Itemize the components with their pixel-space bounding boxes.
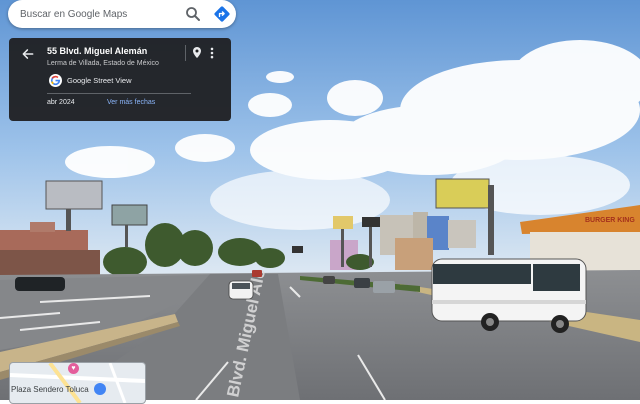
shop-icon[interactable] — [94, 383, 106, 395]
locality-text: Lerma de Villada, Estado de México — [47, 60, 159, 67]
back-arrow-icon[interactable] — [21, 47, 35, 61]
more-vert-icon[interactable] — [209, 46, 215, 60]
google-logo-icon — [49, 74, 62, 87]
card-divider-horizontal — [47, 93, 191, 94]
poi-pin-icon[interactable]: ♥ — [68, 363, 79, 374]
location-info-card: 55 Blvd. Miguel Alemán Lerma de Villada,… — [9, 38, 231, 121]
card-divider-vertical — [185, 45, 186, 61]
more-dates-link[interactable]: Ver más fechas — [107, 99, 155, 106]
location-pin-icon[interactable] — [191, 46, 203, 59]
minimap[interactable]: ♥ Plaza Sendero Toluca — [9, 362, 146, 404]
search-icon[interactable] — [184, 5, 202, 23]
left-buildings — [0, 222, 100, 280]
search-box — [8, 0, 236, 28]
street-view-source: Google Street View — [67, 76, 132, 85]
capture-date: abr 2024 — [47, 99, 75, 106]
poi-label[interactable]: Plaza Sendero Toluca — [11, 385, 89, 394]
restaurant-sign: BURGER KING — [585, 217, 635, 224]
address-title: 55 Blvd. Miguel Alemán — [47, 46, 148, 56]
search-input[interactable] — [20, 4, 170, 24]
directions-icon[interactable] — [212, 4, 232, 24]
